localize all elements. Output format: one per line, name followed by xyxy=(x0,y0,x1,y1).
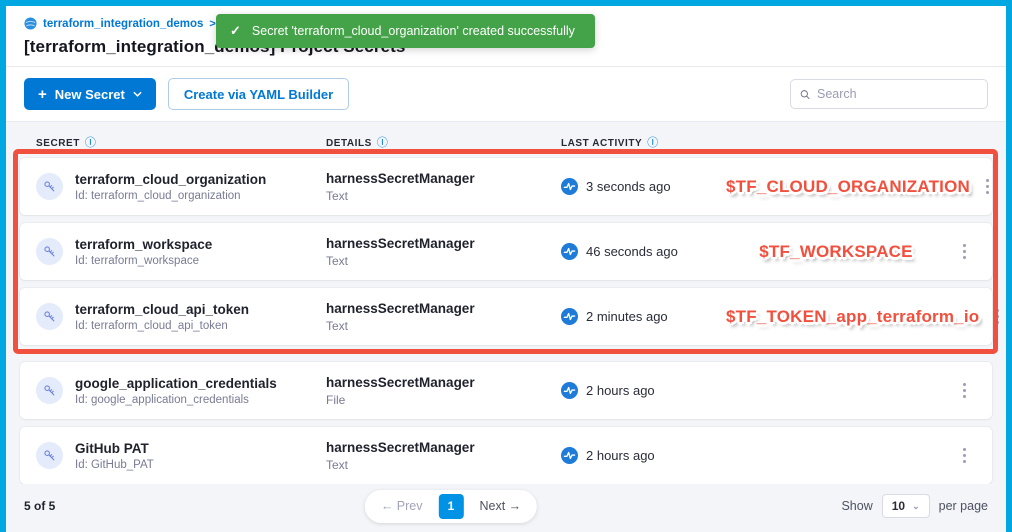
last-activity-text: 46 seconds ago xyxy=(586,244,678,259)
secret-id: Id: terraform_cloud_organization xyxy=(75,190,266,202)
secret-name[interactable]: terraform_workspace xyxy=(75,237,212,252)
table-row[interactable]: GitHub PAT Id: GitHub_PAT harnessSecretM… xyxy=(20,427,992,484)
pagination: ← Prev 1 Next → xyxy=(365,490,537,523)
row-menu-button[interactable] xyxy=(959,240,970,263)
secret-manager: harnessSecretManager xyxy=(326,171,561,186)
highlighted-rows-group: terraform_cloud_organization Id: terrafo… xyxy=(20,158,992,345)
secret-manager: harnessSecretManager xyxy=(326,375,561,390)
secret-id: Id: GitHub_PAT xyxy=(75,459,154,471)
details-cell: harnessSecretManager Text xyxy=(326,236,561,268)
new-secret-label: New Secret xyxy=(55,87,125,102)
activity-icon xyxy=(561,382,578,399)
activity-icon xyxy=(561,178,578,195)
secret-cell: terraform_cloud_organization Id: terrafo… xyxy=(36,172,326,202)
secret-name[interactable]: terraform_cloud_api_token xyxy=(75,302,249,317)
new-secret-button[interactable]: + New Secret xyxy=(24,78,156,110)
last-activity-text: 2 hours ago xyxy=(586,383,655,398)
info-icon[interactable]: ⓘ xyxy=(647,138,659,149)
info-icon[interactable]: ⓘ xyxy=(85,138,97,149)
search-input[interactable] xyxy=(817,87,978,101)
chevron-down-icon xyxy=(133,91,142,97)
page-footer: 5 of 5 ← Prev 1 Next → Show 10 ⌄ per pag… xyxy=(6,484,1006,532)
activity-icon xyxy=(561,447,578,464)
secret-type: File xyxy=(326,393,561,407)
secret-id: Id: terraform_cloud_api_token xyxy=(75,320,249,332)
secret-name[interactable]: google_application_credentials xyxy=(75,376,277,391)
secret-id: Id: google_application_credentials xyxy=(75,394,277,406)
secret-key-icon xyxy=(36,442,63,469)
last-activity-cell: 2 minutes ago xyxy=(561,308,726,325)
last-activity-text: 3 seconds ago xyxy=(586,179,671,194)
secrets-table: SECRET ⓘ DETAILS ⓘ LAST ACTIVITY ⓘ xyxy=(6,122,1006,484)
details-cell: harnessSecretManager File xyxy=(326,375,561,407)
annotation-text: $TF_WORKSPACE xyxy=(726,242,946,262)
per-page-label: per page xyxy=(939,499,988,513)
toolbar: + New Secret Create via YAML Builder xyxy=(6,67,1006,122)
check-icon: ✓ xyxy=(230,23,241,39)
details-cell: harnessSecretManager Text xyxy=(326,171,561,203)
last-activity-cell: 2 hours ago xyxy=(561,447,726,464)
table-header-row: SECRET ⓘ DETAILS ⓘ LAST ACTIVITY ⓘ xyxy=(20,129,992,158)
per-page-control: Show 10 ⌄ per page xyxy=(841,494,988,518)
rows-rest: google_application_credentials Id: googl… xyxy=(20,362,992,484)
row-menu-button[interactable] xyxy=(982,175,993,198)
secret-manager: harnessSecretManager xyxy=(326,236,561,251)
secret-manager: harnessSecretManager xyxy=(326,440,561,455)
secret-key-icon xyxy=(36,173,63,200)
plus-icon: + xyxy=(38,86,47,103)
breadcrumb-separator: > xyxy=(209,18,215,30)
secret-type: Text xyxy=(326,254,561,268)
last-activity-cell: 2 hours ago xyxy=(561,382,726,399)
table-row[interactable]: terraform_cloud_organization Id: terrafo… xyxy=(20,158,992,215)
secret-cell: GitHub PAT Id: GitHub_PAT xyxy=(36,441,326,471)
secret-manager: harnessSecretManager xyxy=(326,301,561,316)
toast-message: Secret 'terraform_cloud_organization' cr… xyxy=(252,24,575,38)
search-box[interactable] xyxy=(790,79,988,109)
table-row[interactable]: terraform_workspace Id: terraform_worksp… xyxy=(20,223,992,280)
results-count: 5 of 5 xyxy=(24,499,55,513)
last-activity-text: 2 hours ago xyxy=(586,448,655,463)
column-header-details[interactable]: DETAILS ⓘ xyxy=(326,138,561,149)
secret-cell: terraform_cloud_api_token Id: terraform_… xyxy=(36,302,326,332)
row-menu-button[interactable] xyxy=(992,305,1003,328)
column-header-secret[interactable]: SECRET ⓘ xyxy=(36,138,326,149)
secret-key-icon xyxy=(36,303,63,330)
last-activity-cell: 46 seconds ago xyxy=(561,243,726,260)
success-toast: ✓ Secret 'terraform_cloud_organization' … xyxy=(216,14,595,48)
page-size-select[interactable]: 10 ⌄ xyxy=(882,494,930,518)
row-menu-button[interactable] xyxy=(959,444,970,467)
info-icon[interactable]: ⓘ xyxy=(377,138,389,149)
search-icon xyxy=(800,88,810,101)
row-menu-button[interactable] xyxy=(959,379,970,402)
current-page-button[interactable]: 1 xyxy=(439,494,464,519)
secret-name[interactable]: GitHub PAT xyxy=(75,441,154,456)
next-page-button[interactable]: Next → xyxy=(480,499,522,513)
create-yaml-builder-button[interactable]: Create via YAML Builder xyxy=(168,78,349,110)
secret-cell: terraform_workspace Id: terraform_worksp… xyxy=(36,237,326,267)
project-icon xyxy=(24,17,37,30)
chevron-down-icon: ⌄ xyxy=(912,501,920,512)
activity-icon xyxy=(561,308,578,325)
prev-page-button[interactable]: ← Prev xyxy=(381,499,423,513)
secret-key-icon xyxy=(36,238,63,265)
secret-type: Text xyxy=(326,319,561,333)
activity-icon xyxy=(561,243,578,260)
secret-name[interactable]: terraform_cloud_organization xyxy=(75,172,266,187)
secret-id: Id: terraform_workspace xyxy=(75,255,212,267)
last-activity-text: 2 minutes ago xyxy=(586,309,668,324)
secret-type: Text xyxy=(326,458,561,472)
secret-type: Text xyxy=(326,189,561,203)
breadcrumb-project[interactable]: terraform_integration_demos xyxy=(43,18,203,30)
table-row[interactable]: google_application_credentials Id: googl… xyxy=(20,362,992,419)
secret-key-icon xyxy=(36,377,63,404)
annotation-text: $TF_CLOUD_ORGANIZATION xyxy=(726,177,970,197)
annotation-text: $TF_TOKEN_app_terraform_io xyxy=(726,307,979,327)
column-header-last-activity[interactable]: LAST ACTIVITY ⓘ xyxy=(561,138,726,149)
secret-cell: google_application_credentials Id: googl… xyxy=(36,376,326,406)
details-cell: harnessSecretManager Text xyxy=(326,301,561,333)
table-row[interactable]: terraform_cloud_api_token Id: terraform_… xyxy=(20,288,992,345)
last-activity-cell: 3 seconds ago xyxy=(561,178,726,195)
show-label: Show xyxy=(841,499,872,513)
details-cell: harnessSecretManager Text xyxy=(326,440,561,472)
